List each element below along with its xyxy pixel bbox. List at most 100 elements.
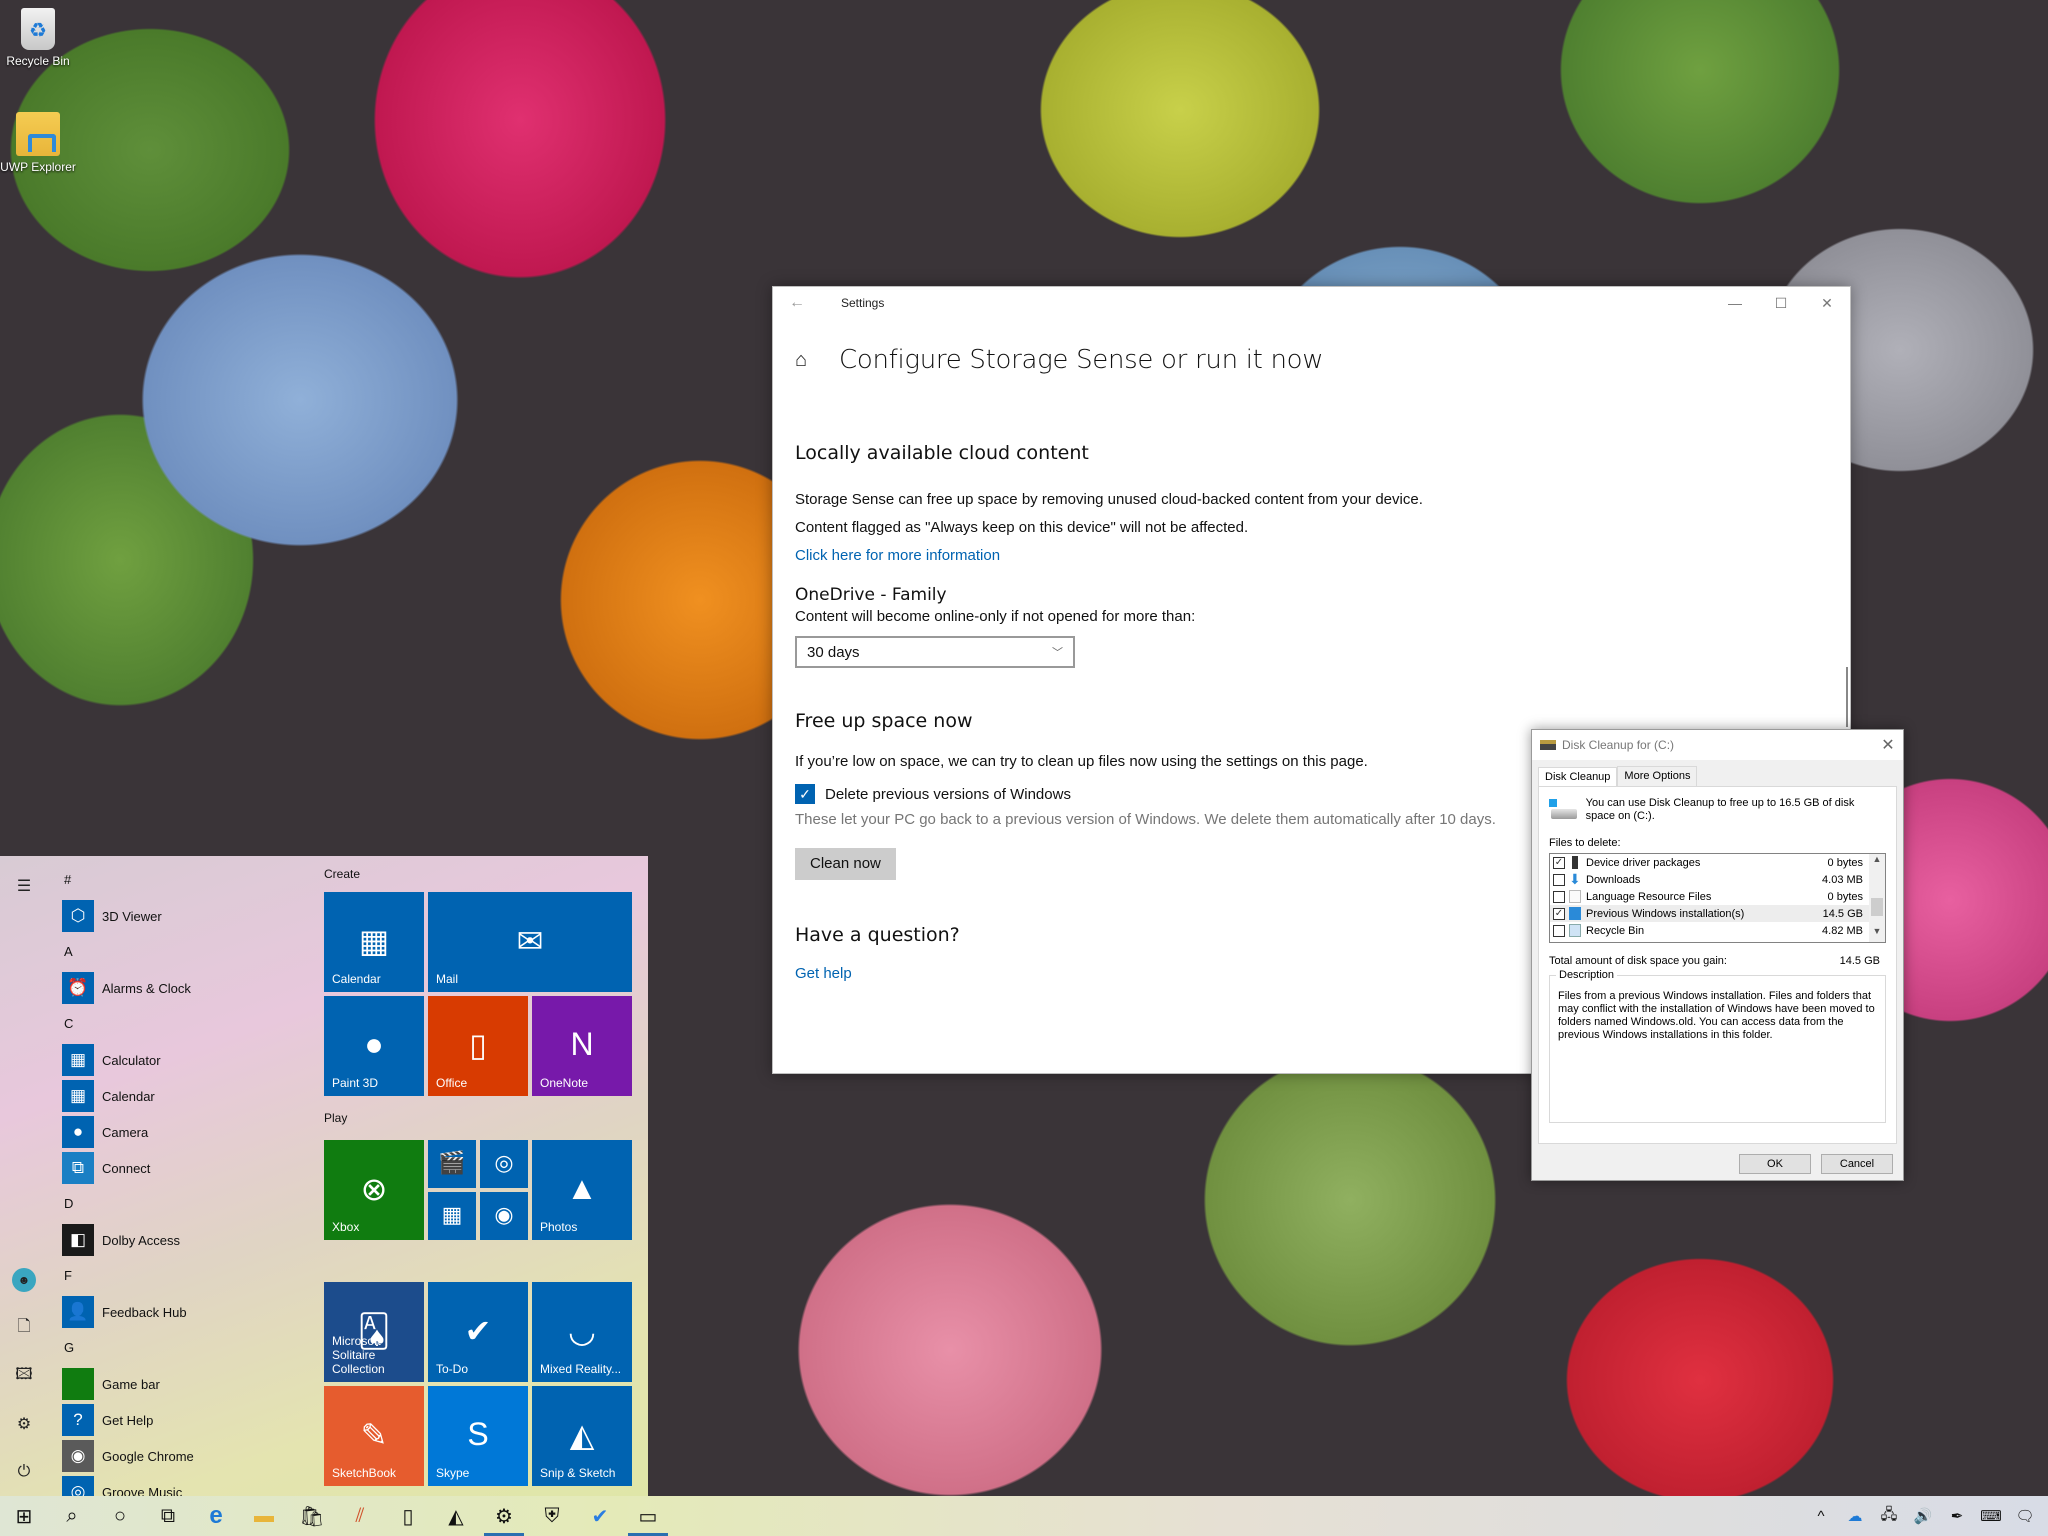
file-checkbox[interactable]	[1553, 873, 1565, 886]
tile-mixed-reality[interactable]: ◡ Mixed Reality...	[532, 1282, 632, 1382]
tile-calendar[interactable]: ▦ Calendar	[324, 892, 424, 992]
tile-xbox[interactable]: ⊗ Xbox	[324, 1140, 424, 1240]
document-icon	[1569, 890, 1581, 903]
ok-button[interactable]: OK	[1739, 1154, 1811, 1174]
user-avatar[interactable]: ☻	[12, 1268, 36, 1292]
hamburger-menu-icon[interactable]: ☰	[12, 874, 36, 898]
app-item-google-chrome[interactable]: ◉ Google Chrome	[62, 1438, 302, 1474]
desktop-icon-uwp-explorer[interactable]: UWP Explorer	[0, 112, 76, 174]
list-scrollbar[interactable]: ▲ ▼	[1869, 854, 1885, 942]
taskbar-phone-button[interactable]: ▯	[384, 1496, 432, 1536]
tray-pen-button[interactable]: ✒	[1940, 1496, 1974, 1536]
app-item-dolby-access[interactable]: ◧ Dolby Access	[62, 1222, 302, 1258]
tile-sketchbook[interactable]: ✎ SketchBook	[324, 1386, 424, 1486]
app-item-get-help[interactable]: ? Get Help	[62, 1402, 302, 1438]
tray-action-center-button[interactable]: 🗨	[2008, 1496, 2042, 1536]
tray-network-button[interactable]: 🖧	[1872, 1496, 1906, 1536]
app-item-feedback-hub[interactable]: 👤 Feedback Hub	[62, 1294, 302, 1330]
online-only-days-dropdown[interactable]: 30 days ﹀	[795, 636, 1075, 668]
tab-disk-cleanup[interactable]: Disk Cleanup	[1538, 767, 1618, 788]
tile-small-6[interactable]: 🎬	[428, 1140, 476, 1188]
letter-header[interactable]: D	[62, 1186, 302, 1222]
settings-gear-icon[interactable]: ⚙	[12, 1412, 36, 1436]
tile-paint-3d[interactable]: ● Paint 3D	[324, 996, 424, 1096]
app-item-3d-viewer[interactable]: ⬡ 3D Viewer	[62, 898, 302, 934]
documents-icon[interactable]: 🗋	[12, 1316, 36, 1340]
app-item-connect[interactable]: ⧉ Connect	[62, 1150, 302, 1186]
scroll-thumb[interactable]	[1871, 898, 1883, 916]
cloud-note: Content flagged as "Always keep on this …	[795, 519, 1249, 536]
scroll-down-icon[interactable]: ▼	[1869, 926, 1885, 942]
taskbar-edge-button[interactable]: e	[192, 1496, 240, 1536]
file-checkbox[interactable]: ✓	[1553, 856, 1565, 869]
taskbar-disk-cleanup-button[interactable]: ▭	[624, 1496, 672, 1536]
delete-previous-windows-checkbox[interactable]: ✓	[795, 784, 815, 804]
taskbar-file-explorer-button[interactable]: ▬	[240, 1496, 288, 1536]
taskbar-app-stripes-button[interactable]: ⫽	[336, 1496, 384, 1536]
recycle-bin-icon	[21, 8, 55, 50]
file-row[interactable]: ⬇ Downloads 4.03 MB	[1550, 871, 1885, 888]
tab-more-options[interactable]: More Options	[1617, 766, 1698, 787]
skype-icon: S	[467, 1416, 489, 1452]
tile-small-8[interactable]: ▦	[428, 1192, 476, 1240]
taskbar-photos-button[interactable]: ◭	[432, 1496, 480, 1536]
letter-header[interactable]: G	[62, 1330, 302, 1366]
letter-header[interactable]: #	[62, 862, 302, 898]
store-icon: 🛍	[299, 1505, 325, 1528]
file-checkbox[interactable]	[1553, 924, 1565, 937]
tile-small-7[interactable]: ◎	[480, 1140, 528, 1188]
tile-small-9[interactable]: ◉	[480, 1192, 528, 1240]
letter-header[interactable]: A	[62, 934, 302, 970]
taskbar-store-button[interactable]: 🛍	[288, 1496, 336, 1536]
taskbar-start-button[interactable]: ⊞	[0, 1496, 48, 1536]
file-row[interactable]: Recycle Bin 4.82 MB	[1550, 922, 1885, 939]
tile-microsoft-solitaire-collection[interactable]: 🂡 Microsoft Solitaire Collection	[324, 1282, 424, 1382]
tile-to-do[interactable]: ✔ To-Do	[428, 1282, 528, 1382]
pictures-icon[interactable]: 🖾	[12, 1364, 36, 1388]
taskbar-search-button[interactable]: ⌕	[48, 1496, 96, 1536]
tile-onenote[interactable]: N OneNote	[532, 996, 632, 1096]
home-icon[interactable]: ⌂	[795, 349, 827, 372]
file-row[interactable]: ✓ Device driver packages 0 bytes	[1550, 854, 1885, 871]
file-row[interactable]: Language Resource Files 0 bytes	[1550, 888, 1885, 905]
app-item-calendar[interactable]: ▦ Calendar	[62, 1078, 302, 1114]
back-arrow-icon[interactable]: ←	[773, 294, 821, 312]
app-name: Game bar	[102, 1376, 160, 1392]
file-checkbox[interactable]	[1553, 890, 1565, 903]
taskbar-task-view-button[interactable]: ⧉	[144, 1496, 192, 1536]
close-button[interactable]: ✕	[1873, 735, 1903, 755]
app-item-calculator[interactable]: ▦ Calculator	[62, 1042, 302, 1078]
taskbar-security-button[interactable]: ⛨	[528, 1496, 576, 1536]
cancel-button[interactable]: Cancel	[1821, 1154, 1893, 1174]
more-info-link[interactable]: Click here for more information	[795, 542, 1775, 570]
tray-onedrive-button[interactable]: ☁	[1838, 1496, 1872, 1536]
tile-skype[interactable]: S Skype	[428, 1386, 528, 1486]
app-item-alarms-clock[interactable]: ⏰ Alarms & Clock	[62, 970, 302, 1006]
app-item-camera[interactable]: ● Camera	[62, 1114, 302, 1150]
taskbar-cortana-button[interactable]: ○	[96, 1496, 144, 1536]
tray-touch-keyboard-button[interactable]: ⌨	[1974, 1496, 2008, 1536]
tile-snip-sketch[interactable]: ◭ Snip & Sketch	[532, 1386, 632, 1486]
letter-header[interactable]: C	[62, 1006, 302, 1042]
app-item-game-bar[interactable]: Game bar	[62, 1366, 302, 1402]
scroll-up-icon[interactable]: ▲	[1869, 854, 1885, 870]
letter-header[interactable]: F	[62, 1258, 302, 1294]
minimize-button[interactable]: —	[1712, 295, 1758, 312]
group-label-play[interactable]: Play	[324, 1104, 347, 1132]
taskbar-to-do-button[interactable]: ✔	[576, 1496, 624, 1536]
group-label-create[interactable]: Create	[324, 860, 360, 888]
tile-photos[interactable]: ▲ Photos	[532, 1140, 632, 1240]
scrollbar[interactable]	[1846, 667, 1848, 727]
power-icon[interactable]: ⏻	[12, 1460, 36, 1484]
tile-office[interactable]: ▯ Office	[428, 996, 528, 1096]
tray-show-hidden-button[interactable]: ^	[1804, 1496, 1838, 1536]
tray-volume-button[interactable]: 🔊	[1906, 1496, 1940, 1536]
desktop-icon-recycle-bin[interactable]: Recycle Bin	[0, 8, 76, 68]
tile-mail[interactable]: ✉ Mail	[428, 892, 632, 992]
taskbar-settings-button[interactable]: ⚙	[480, 1496, 528, 1536]
close-button[interactable]: ✕	[1804, 295, 1850, 312]
file-row[interactable]: ✓ Previous Windows installation(s) 14.5 …	[1550, 905, 1885, 922]
file-checkbox[interactable]: ✓	[1553, 907, 1565, 920]
maximize-button[interactable]: ☐	[1758, 295, 1804, 312]
clean-now-button[interactable]: Clean now	[795, 848, 896, 880]
